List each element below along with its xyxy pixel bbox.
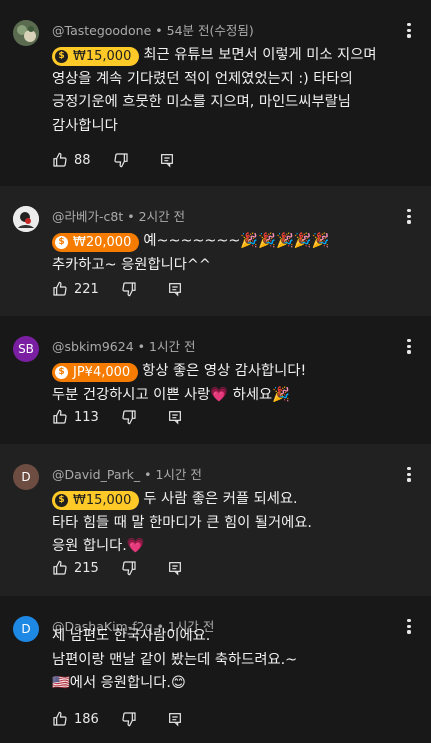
comment-item: D @DashaKim-f2q • 1시간 전 제 남편도 한국사람이에요. 남편이… [0,596,431,743]
comment-header: @Tastegoodone • 54분 전(수정됨) [52,23,254,38]
avatar[interactable] [13,20,39,46]
more-vertical-icon[interactable] [407,619,411,634]
avatar[interactable] [13,206,39,232]
thumbs-down-icon[interactable] [121,281,137,297]
comment-actions: 88 [52,150,175,170]
thumbs-up-icon[interactable] [52,281,68,297]
super-thanks-coin-icon: $ [55,366,68,379]
reply-comment-icon[interactable] [167,281,183,297]
super-thanks-coin-icon: $ [55,236,68,249]
thumbs-down-icon[interactable] [113,152,129,168]
thumbs-down-icon[interactable] [121,711,137,727]
avatar-image-icon [13,206,39,232]
comment-text: $ ₩20,000 예~~~~~~~🎉🎉🎉🎉🎉 추카하고~ 응원합니다^^ [52,233,330,273]
more-vertical-icon[interactable] [407,467,411,482]
avatar[interactable]: D [13,464,39,490]
comment-item: D @David_Park_ • 1시간 전 $ ₩15,000 두 사람 좋은 커플 … [0,444,431,596]
avatar-image-icon [13,20,39,46]
comment-time[interactable]: 1시간 전 [155,467,201,482]
comment-actions: 221 [52,279,183,299]
like-count: 215 [74,560,99,576]
author-name[interactable]: @Tastegoodone [52,23,151,38]
comment-time[interactable]: 1시간 전 [149,339,195,354]
author-name[interactable]: @sbkim9624 [52,339,134,354]
more-vertical-icon[interactable] [407,23,411,38]
comment-text: 제 남편도 한국사람이에요. 남편이랑 맨날 같이 봤는데 축하드려요.~ 🇺🇸… [52,628,298,691]
author-name[interactable]: @David_Park_ [52,467,140,482]
like-count: 186 [74,711,99,727]
super-thanks-coin-icon: $ [55,50,68,63]
reply-comment-icon[interactable] [167,409,183,425]
comment-header: @sbkim9624 • 1시간 전 [52,339,196,354]
comment-actions: 186 [52,709,183,729]
comment-text: $ ₩15,000 두 사람 좋은 커플 되세요. 타타 힘들 때 말 한마디가 큰… [52,491,312,554]
like-count: 113 [74,409,99,425]
thumbs-down-icon[interactable] [121,560,137,576]
comment-text: $ JP¥4,000 항상 좋은 영상 감사합니다! 두분 건강하시고 이쁜 사랑💗… [52,363,307,403]
reply-comment-icon[interactable] [159,152,175,168]
comment-item: SB @sbkim9624 • 1시간 전 $ JP¥4,000 항상 좋은 영상 감사… [0,316,431,444]
thumbs-up-icon[interactable] [52,560,68,576]
like-count: 221 [74,281,99,297]
reply-comment-icon[interactable] [167,711,183,727]
super-thanks-badge: $ ₩20,000 [52,233,140,252]
comment-text: $ ₩15,000 최근 유튜브 보면서 이렇게 미소 지으며 영상을 계속 기다렸… [52,47,377,134]
thumbs-up-icon[interactable] [52,409,68,425]
thumbs-up-icon[interactable] [52,711,68,727]
super-thanks-badge: $ ₩15,000 [52,47,140,66]
thumbs-down-icon[interactable] [121,409,137,425]
comment-actions: 113 [52,407,183,427]
comment-header: @라베가-c8t • 2시간 전 [52,209,186,224]
super-thanks-badge: $ JP¥4,000 [52,363,139,382]
super-thanks-badge: $ ₩15,000 [52,491,140,510]
super-thanks-coin-icon: $ [55,494,68,507]
comment-time[interactable]: 54분 전(수정됨) [167,23,254,38]
avatar[interactable]: D [13,616,39,642]
comment-actions: 215 [52,558,183,578]
more-vertical-icon[interactable] [407,339,411,354]
comment-item: @Tastegoodone • 54분 전(수정됨) $ ₩15,000 최근 유튜브 … [0,0,431,186]
like-count: 88 [74,152,91,168]
avatar[interactable]: SB [13,336,39,362]
comment-item: @라베가-c8t • 2시간 전 $ ₩20,000 예~~~~~~~🎉🎉🎉🎉🎉 추카하… [0,186,431,316]
more-vertical-icon[interactable] [407,209,411,224]
reply-comment-icon[interactable] [167,560,183,576]
comment-header: @David_Park_ • 1시간 전 [52,467,202,482]
author-name[interactable]: @라베가-c8t [52,209,123,224]
comment-time[interactable]: 2시간 전 [139,209,185,224]
thumbs-up-icon[interactable] [52,152,68,168]
